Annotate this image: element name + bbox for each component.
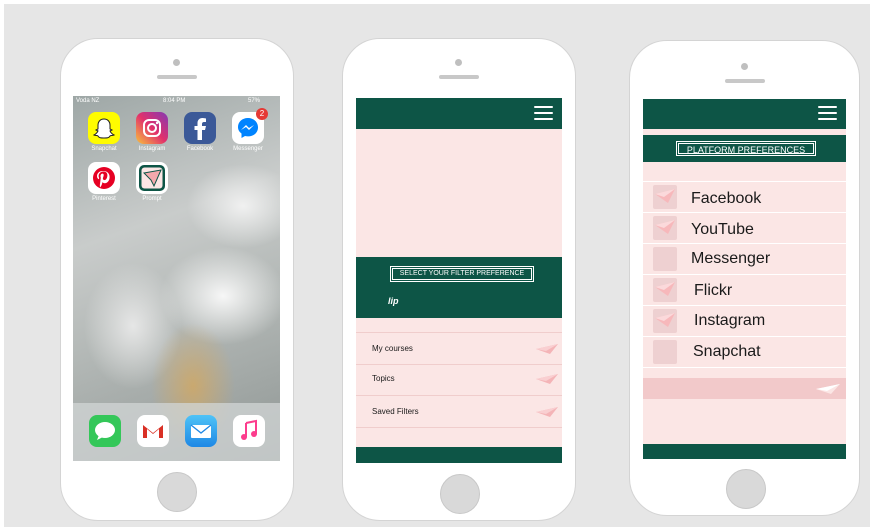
phone-filter-screen: SELECT YOUR FILTER PREFERENCE lip My cou…	[342, 38, 576, 521]
app-label: Facebook	[186, 146, 214, 152]
home-button[interactable]	[440, 474, 480, 514]
platform-row-flickr[interactable]: Flickr	[643, 275, 846, 306]
select-filter-preference-button[interactable]: SELECT YOUR FILTER PREFERENCE	[390, 266, 534, 282]
platform-label: Flickr	[694, 282, 733, 299]
hamburger-menu-icon[interactable]	[818, 106, 837, 121]
platform-label: Snapchat	[693, 343, 761, 360]
instagram-icon	[136, 112, 168, 144]
logo-mark: lip	[388, 296, 399, 306]
app-screen: PLATFORM PREFERENCES Facebook YouTube Me…	[643, 99, 846, 459]
checkbox-icon[interactable]	[653, 309, 677, 333]
menu-label: Topics	[372, 374, 395, 383]
checkbox-icon[interactable]	[653, 247, 677, 271]
notification-badge: 2	[256, 108, 268, 120]
app-label: Instagram	[138, 146, 166, 152]
platform-row-snapchat[interactable]: Snapchat	[643, 337, 846, 368]
camera-dot	[455, 59, 462, 66]
checkbox-icon[interactable]	[653, 185, 677, 209]
messenger-icon: 2	[232, 108, 268, 144]
platform-label: Messenger	[691, 250, 771, 267]
app-label: Messenger	[233, 146, 263, 152]
app-instagram[interactable]: Instagram	[135, 112, 169, 152]
menu-label: My courses	[372, 344, 413, 353]
app-facebook[interactable]: Facebook	[183, 112, 217, 152]
app-label: Pinterest	[92, 196, 116, 202]
submit-bar[interactable]	[643, 378, 846, 399]
time-label: 8:04 PM	[163, 98, 186, 104]
pinterest-icon	[88, 162, 120, 194]
platform-row-instagram[interactable]: Instagram	[643, 306, 846, 337]
edge-strip	[870, 0, 885, 531]
hamburger-menu-icon[interactable]	[534, 106, 553, 121]
messages-icon[interactable]	[89, 415, 121, 447]
home-screen: Voda NZ 8:04 PM 57% Snapchat Instagram F…	[73, 96, 280, 461]
menu-row-saved-filters[interactable]: Saved Filters	[356, 396, 562, 428]
dock	[73, 403, 280, 461]
app-label: Snapchat	[91, 146, 117, 152]
menu-row-topics[interactable]: Topics	[356, 364, 562, 396]
facebook-icon	[184, 112, 216, 144]
platform-row-facebook[interactable]: Facebook	[643, 182, 846, 213]
home-button[interactable]	[726, 469, 766, 509]
top-bar	[356, 98, 562, 129]
paper-plane-icon	[536, 407, 558, 417]
speaker-grille	[157, 75, 197, 79]
mail-icon[interactable]	[185, 415, 217, 447]
paper-plane-icon	[536, 374, 558, 384]
app-screen: SELECT YOUR FILTER PREFERENCE lip My cou…	[356, 98, 562, 463]
platform-row-messenger[interactable]: Messenger	[643, 244, 846, 275]
battery-label: 57%	[248, 98, 261, 104]
home-button[interactable]	[157, 472, 197, 512]
paper-plane-icon	[816, 384, 840, 394]
paper-plane-icon	[536, 344, 558, 354]
camera-dot	[741, 63, 748, 70]
app-pinterest[interactable]: Pinterest	[87, 162, 121, 202]
app-label: Prompt	[142, 196, 162, 202]
phone-home-screen: Voda NZ 8:04 PM 57% Snapchat Instagram F…	[60, 38, 294, 521]
app-messenger[interactable]: 2 Messenger	[231, 108, 268, 152]
checkbox-icon[interactable]	[653, 216, 677, 240]
platform-label: Instagram	[694, 312, 766, 329]
platform-label: Facebook	[691, 190, 762, 207]
checkbox-icon[interactable]	[653, 278, 677, 302]
music-icon[interactable]	[233, 415, 265, 447]
bottom-bar	[643, 444, 846, 459]
platform-label: YouTube	[691, 221, 754, 238]
phone-platform-screen: PLATFORM PREFERENCES Facebook YouTube Me…	[629, 40, 860, 516]
camera-dot	[173, 59, 180, 66]
app-prompt[interactable]: Prompt	[135, 162, 169, 202]
checkbox-icon[interactable]	[653, 340, 677, 364]
speaker-grille	[439, 75, 479, 79]
title-bar: PLATFORM PREFERENCES	[643, 135, 846, 162]
app-snapchat[interactable]: Snapchat	[87, 112, 121, 152]
platform-preferences-title: PLATFORM PREFERENCES	[676, 141, 816, 156]
top-bar	[643, 99, 846, 129]
filter-panel: SELECT YOUR FILTER PREFERENCE lip	[356, 257, 562, 318]
prompt-icon	[136, 162, 168, 194]
status-bar: Voda NZ 8:04 PM 57%	[73, 96, 280, 108]
menu-label: Saved Filters	[372, 407, 419, 416]
snapchat-icon	[88, 112, 120, 144]
platform-row-youtube[interactable]: YouTube	[643, 213, 846, 244]
gmail-icon[interactable]	[137, 415, 169, 447]
bottom-bar	[356, 447, 562, 463]
speaker-grille	[725, 79, 765, 83]
menu-row-my-courses[interactable]: My courses	[356, 332, 562, 365]
carrier-label: Voda NZ	[76, 98, 100, 104]
